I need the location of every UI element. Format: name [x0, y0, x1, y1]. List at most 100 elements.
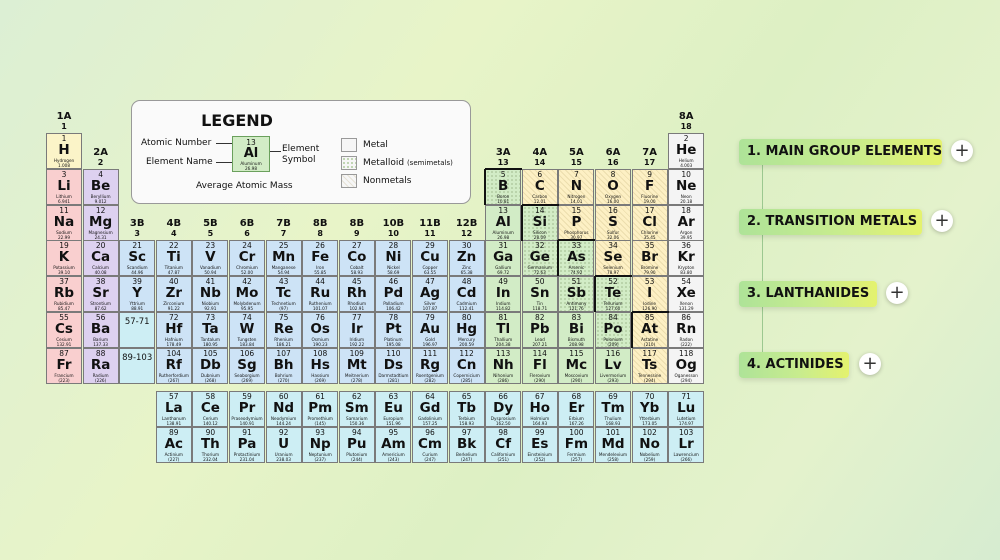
element-rh[interactable]: 45 Rh Rhodium 102.91: [338, 276, 375, 313]
element-md[interactable]: 101 Md Mendelevium (258): [595, 426, 631, 463]
element-rn[interactable]: 86 Rn Radon (222): [668, 312, 705, 348]
element-hf[interactable]: 72 Hf Hafnium 178.49: [155, 312, 192, 348]
element-sg[interactable]: 106 Sg Seaborgium (269): [229, 347, 265, 384]
element-ta[interactable]: 73 Ta Tantalum 180.95: [192, 312, 229, 348]
element-nd[interactable]: 60 Nd Neodymium 144.24: [265, 391, 302, 427]
element-ce[interactable]: 58 Ce Cerium 140.12: [192, 391, 229, 427]
element-ir[interactable]: 77 Ir Iridium 192.22: [338, 312, 375, 348]
element-he[interactable]: 2 He Helium 4.003: [668, 133, 705, 169]
element-hs[interactable]: 108 Hs Hassium (269): [302, 347, 339, 384]
element-tl[interactable]: 81 Tl Thallium 204.38: [485, 312, 522, 348]
element-u[interactable]: 92 U Uranium 238.03: [265, 426, 302, 463]
element-zr[interactable]: 40 Zr Zirconium 91.22: [155, 276, 192, 313]
element-p[interactable]: 15 P Phosphorus 30.97: [558, 204, 595, 241]
element-pd[interactable]: 46 Pd Palladium 106.42: [375, 276, 412, 313]
element-pa[interactable]: 91 Pa Protactinium 231.04: [229, 426, 265, 463]
element-mn[interactable]: 25 Mn Manganese 54.94: [265, 240, 302, 277]
element-c[interactable]: 6 C Carbon 12.01: [521, 168, 558, 205]
element-fr[interactable]: 87 Fr Francium (223): [46, 347, 82, 384]
element-ne[interactable]: 10 Ne Neon 20.18: [668, 168, 705, 205]
element-no[interactable]: 102 No Nobelium (259): [631, 426, 668, 463]
element-re[interactable]: 75 Re Rhenium 186.21: [265, 312, 302, 348]
element-pt[interactable]: 78 Pt Platinum 195.08: [375, 312, 412, 348]
element-pu[interactable]: 94 Pu Plutonium (244): [338, 426, 375, 463]
element-si[interactable]: 14 Si Silicon 28.09: [521, 204, 558, 241]
element-fe[interactable]: 26 Fe Iron 55.85: [302, 240, 339, 277]
element-ti[interactable]: 22 Ti Titanium 47.87: [155, 240, 192, 277]
element-li[interactable]: 3 Li Lithium 6.941: [46, 168, 82, 205]
element-db[interactable]: 105 Db Dubnium (268): [192, 347, 229, 384]
menu-transition-metals[interactable]: 2. TRANSITION METALS: [739, 209, 922, 235]
element-b[interactable]: 5 B Boron 10.81: [485, 168, 522, 205]
element-cs[interactable]: 55 Cs Cesium 132.91: [46, 312, 82, 348]
element-ts[interactable]: 117 Ts Tennessine (294): [631, 347, 668, 384]
element-kr[interactable]: 36 Kr Krypton 83.80: [668, 240, 705, 277]
element-cr[interactable]: 24 Cr Chromium 52.00: [229, 240, 265, 277]
element-pm[interactable]: 61 Pm Promethium (145): [302, 391, 339, 427]
element-cu[interactable]: 29 Cu Copper 63.55: [412, 240, 448, 277]
element-bk[interactable]: 97 Bk Berkelium (247): [448, 426, 485, 463]
element-pr[interactable]: 59 Pr Praseodymium 140.91: [229, 391, 265, 427]
element-ca[interactable]: 20 Ca Calcium 40.08: [82, 240, 119, 277]
element-se[interactable]: 34 Se Selenium 78.97: [595, 240, 631, 277]
element-sm[interactable]: 62 Sm Samarium 150.36: [338, 391, 375, 427]
expand-actinides-button[interactable]: +: [859, 353, 881, 375]
element-na[interactable]: 11 Na Sodium 22.99: [46, 204, 82, 241]
element-as[interactable]: 33 As Arsenic 74.92: [558, 240, 595, 277]
element-bh[interactable]: 107 Bh Bohrium (270): [265, 347, 302, 384]
element-fl[interactable]: 114 Fl Flerovium (290): [521, 347, 558, 384]
element-ac[interactable]: 89 Ac Actinium (227): [155, 426, 192, 463]
element-hg[interactable]: 80 Hg Mercury 200.59: [448, 312, 485, 348]
element-am[interactable]: 95 Am Americium (243): [375, 426, 412, 463]
element-es[interactable]: 99 Es Einsteinium (252): [521, 426, 558, 463]
element-tb[interactable]: 65 Tb Terbium 158.93: [448, 391, 485, 427]
element-ag[interactable]: 47 Ag Silver 107.87: [412, 276, 448, 313]
element-br[interactable]: 35 Br Bromine 79.90: [631, 240, 668, 277]
element-ge[interactable]: 32 Ge Germanium 72.63: [521, 240, 558, 277]
element-i[interactable]: 53 I Iodine 126.90: [631, 276, 668, 313]
element-h[interactable]: 1 H Hydrogen 1.008: [46, 133, 82, 169]
element-be[interactable]: 4 Be Beryllium 9.012: [82, 168, 119, 205]
element-ga[interactable]: 31 Ga Gallium 69.72: [485, 240, 522, 277]
expand-lanthanides-button[interactable]: +: [886, 282, 908, 304]
element-y[interactable]: 39 Y Yttrium 88.91: [119, 276, 156, 313]
element-la[interactable]: 57 La Lanthanum 138.91: [155, 391, 192, 427]
element-xe[interactable]: 54 Xe Xenon 131.29: [668, 276, 705, 313]
element-sn[interactable]: 50 Sn Tin 118.71: [521, 276, 558, 313]
element-po[interactable]: 84 Po Polonium (209): [595, 312, 631, 348]
element-s[interactable]: 16 S Sulfur 32.06: [595, 204, 631, 241]
element-cf[interactable]: 98 Cf Californium (251): [485, 426, 522, 463]
element-te[interactable]: 52 Te Tellurium 127.60: [595, 276, 631, 313]
element-th[interactable]: 90 Th Thorium 232.04: [192, 426, 229, 463]
element-np[interactable]: 93 Np Neptunium (237): [302, 426, 339, 463]
element-co[interactable]: 27 Co Cobalt 58.93: [338, 240, 375, 277]
element-w[interactable]: 74 W Tungsten 183.84: [229, 312, 265, 348]
element-ar[interactable]: 18 Ar Argon 39.95: [668, 204, 705, 241]
element-bi[interactable]: 83 Bi Bismuth 208.98: [558, 312, 595, 348]
element-cm[interactable]: 96 Cm Curium (247): [412, 426, 448, 463]
element-at[interactable]: 85 At Astatine (210): [631, 312, 668, 348]
element-ho[interactable]: 67 Ho Holmium 164.93: [521, 391, 558, 427]
element-mt[interactable]: 109 Mt Meitnerium (278): [338, 347, 375, 384]
element-mc[interactable]: 115 Mc Moscovium (290): [558, 347, 595, 384]
element-ru[interactable]: 44 Ru Ruthenium 101.07: [302, 276, 339, 313]
element-rf[interactable]: 104 Rf Rutherfordium (267): [155, 347, 192, 384]
element-gd[interactable]: 64 Gd Gadolinium 157.25: [412, 391, 448, 427]
element-lv[interactable]: 116 Lv Livermorium (293): [595, 347, 631, 384]
element-ds[interactable]: 110 Ds Darmstadtium (281): [375, 347, 412, 384]
element-al[interactable]: 13 Al Aluminum 26.98: [485, 204, 522, 241]
element-v[interactable]: 23 V Vanadium 50.94: [192, 240, 229, 277]
element-mg[interactable]: 12 Mg Magnesium 24.31: [82, 204, 119, 241]
element-cn[interactable]: 112 Cn Copernicium (285): [448, 347, 485, 384]
element-pb[interactable]: 82 Pb Lead 207.21: [521, 312, 558, 348]
menu-main-group-elements[interactable]: 1. MAIN GROUP ELEMENTS: [739, 139, 942, 165]
element-in[interactable]: 49 In Indium 114.82: [485, 276, 522, 313]
element-f[interactable]: 9 F Fluorine 19.00: [631, 168, 668, 205]
element-tm[interactable]: 69 Tm Thulium 168.93: [595, 391, 631, 427]
element-zn[interactable]: 30 Zn Zinc 65.38: [448, 240, 485, 277]
element-eu[interactable]: 63 Eu Europium 151.96: [375, 391, 412, 427]
element-ra[interactable]: 88 Ra Radium (226): [82, 347, 119, 384]
element-o[interactable]: 8 O Oxygen 16.00: [595, 168, 631, 205]
element-sb[interactable]: 51 Sb Antimony 121.76: [558, 276, 595, 313]
element-dy[interactable]: 66 Dy Dysprosium 162.50: [485, 391, 522, 427]
